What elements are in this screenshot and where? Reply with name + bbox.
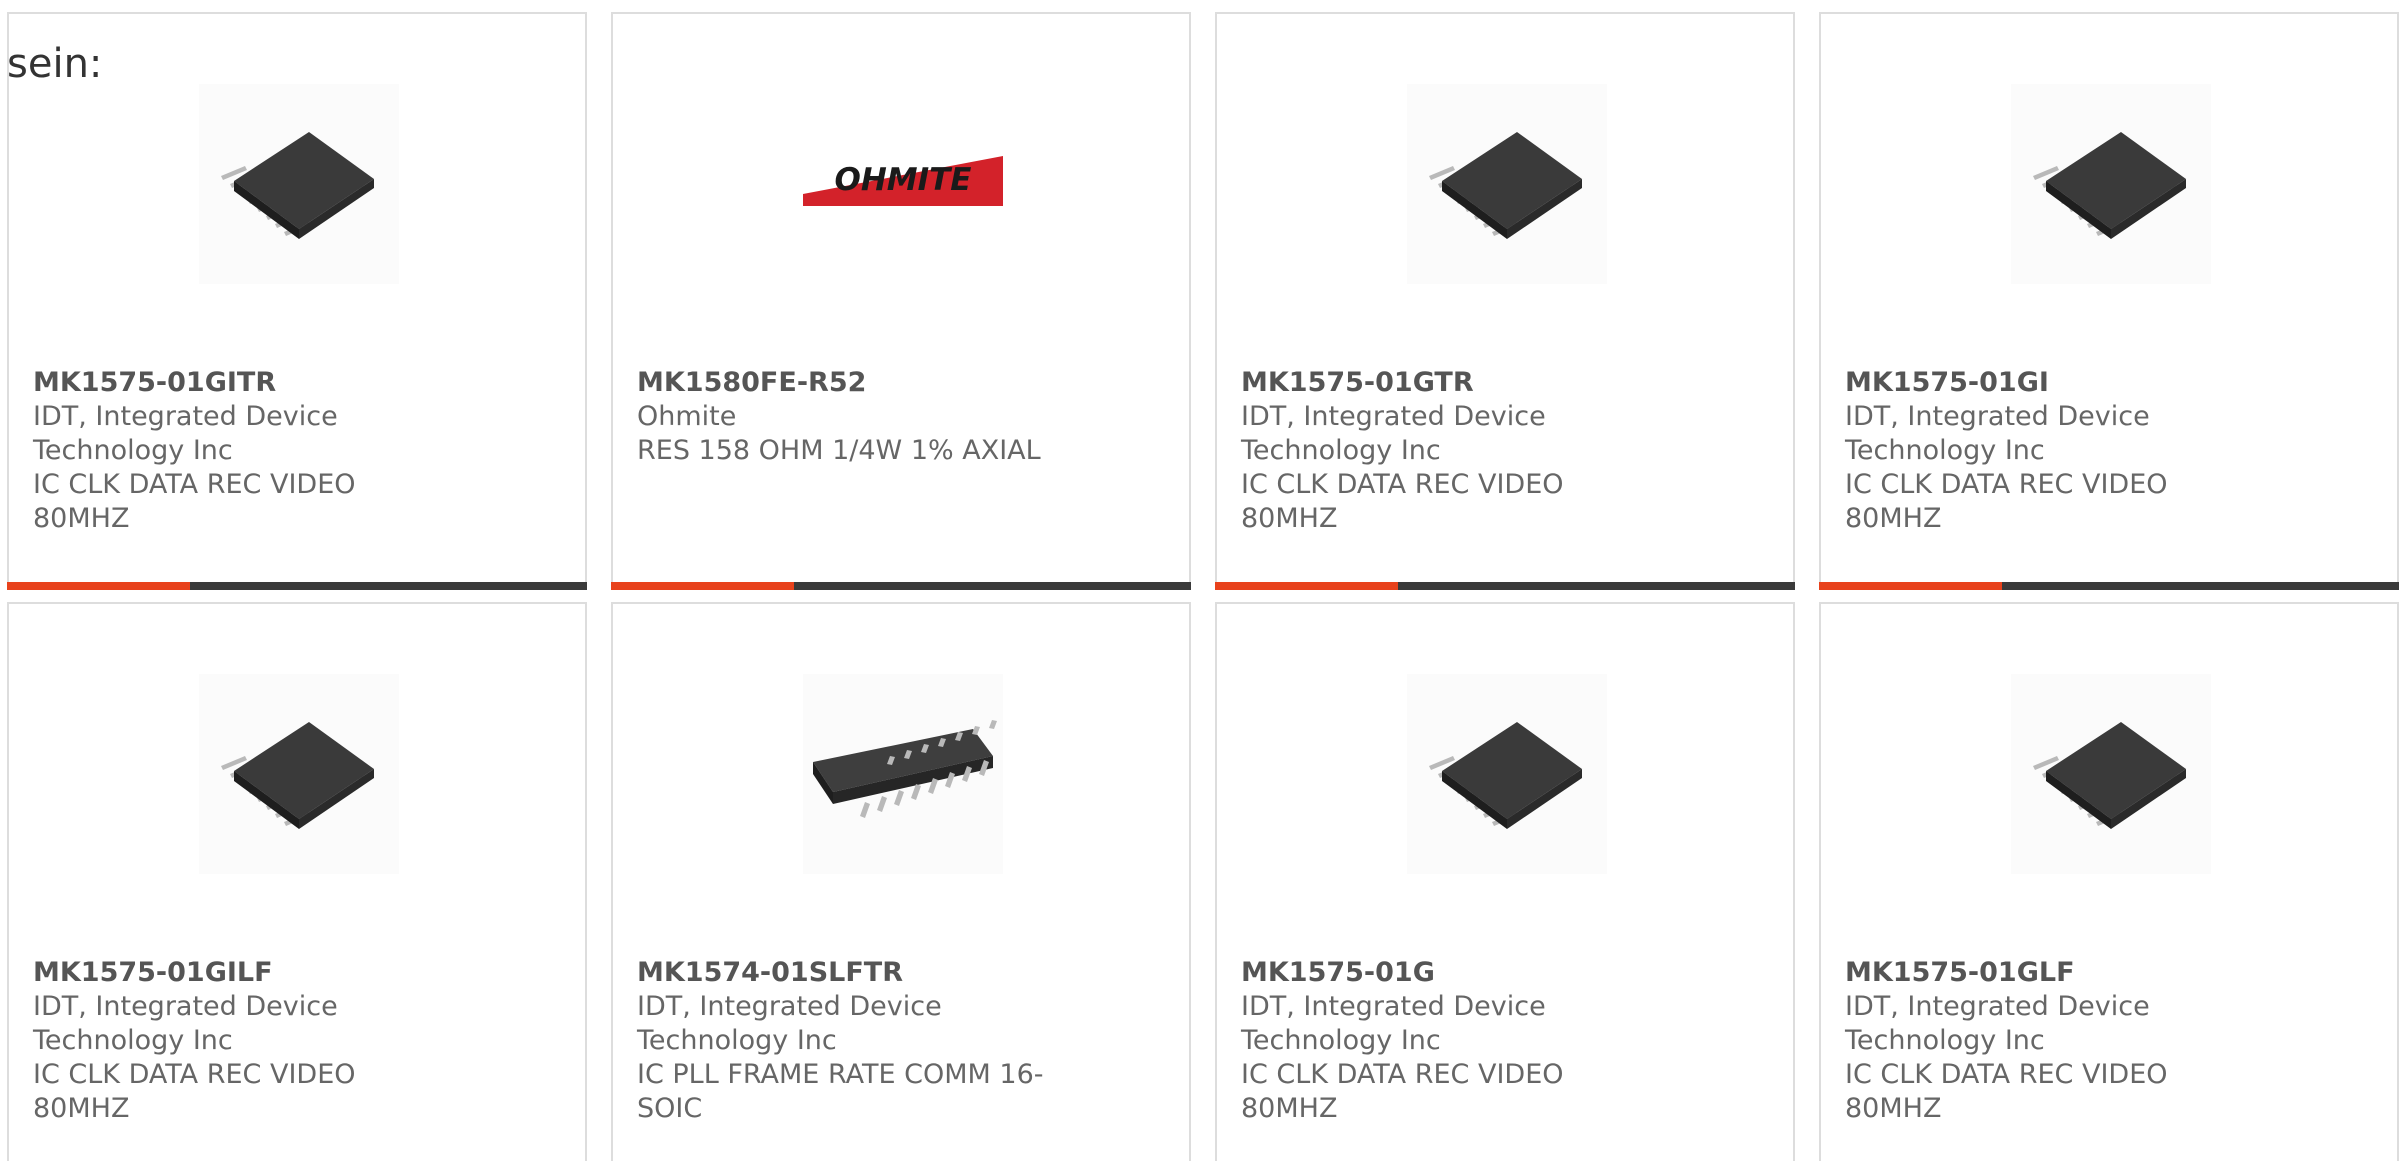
- manufacturer: IDT, Integrated Device Technology Inc: [1845, 991, 2150, 1056]
- manufacturer: IDT, Integrated Device Technology Inc: [33, 991, 338, 1056]
- tssop-chip-icon[interactable]: [2011, 84, 2211, 284]
- part-number-link[interactable]: MK1575-01G: [1241, 956, 1661, 990]
- product-card[interactable]: MK1575-01GLF IDT, Integrated Device Tech…: [1819, 602, 2399, 1161]
- manufacturer: IDT, Integrated Device Technology Inc: [1241, 401, 1546, 466]
- card-accent-bar: [611, 582, 794, 590]
- part-number-link[interactable]: MK1575-01GI: [1845, 366, 2265, 400]
- product-info: MK1575-01GTR IDT, Integrated Device Tech…: [1241, 366, 1661, 536]
- card-bottom-bar: [611, 582, 1191, 590]
- product-card[interactable]: MK1575-01GITR IDT, Integrated Device Tec…: [7, 12, 587, 590]
- product-info: MK1574-01SLFTR IDT, Integrated Device Te…: [637, 956, 1057, 1126]
- tssop-chip-icon[interactable]: [1407, 84, 1607, 284]
- part-number-link[interactable]: MK1574-01SLFTR: [637, 956, 1057, 990]
- product-card[interactable]: MK1574-01SLFTR IDT, Integrated Device Te…: [611, 602, 1191, 1161]
- part-number-link[interactable]: MK1575-01GITR: [33, 366, 453, 400]
- product-info: MK1580FE-R52 Ohmite RES 158 OHM 1/4W 1% …: [637, 366, 1057, 468]
- description: RES 158 OHM 1/4W 1% AXIAL: [637, 435, 1041, 466]
- ohmite-logo-text: OHMITE: [834, 162, 971, 198]
- product-info: MK1575-01GLF IDT, Integrated Device Tech…: [1845, 956, 2265, 1126]
- card-accent-bar: [7, 582, 190, 590]
- card-accent-bar: [1819, 582, 2002, 590]
- part-number-link[interactable]: MK1575-01GILF: [33, 956, 453, 990]
- product-card[interactable]: MK1575-01GI IDT, Integrated Device Techn…: [1819, 12, 2399, 590]
- description: IC CLK DATA REC VIDEO 80MHZ: [1241, 469, 1564, 534]
- product-card[interactable]: MK1575-01GTR IDT, Integrated Device Tech…: [1215, 12, 1795, 590]
- manufacturer: IDT, Integrated Device Technology Inc: [1241, 991, 1546, 1056]
- manufacturer: IDT, Integrated Device Technology Inc: [1845, 401, 2150, 466]
- manufacturer: Ohmite: [637, 401, 737, 432]
- product-info: MK1575-01GI IDT, Integrated Device Techn…: [1845, 366, 2265, 536]
- product-card[interactable]: OHMITE MK1580FE-R52 Ohmite RES 158 OHM 1…: [611, 12, 1191, 590]
- part-number-link[interactable]: MK1580FE-R52: [637, 366, 1057, 400]
- tssop-chip-icon[interactable]: [1407, 674, 1607, 874]
- description: IC CLK DATA REC VIDEO 80MHZ: [33, 469, 356, 534]
- product-card[interactable]: MK1575-01G IDT, Integrated Device Techno…: [1215, 602, 1795, 1161]
- card-bottom-bar: [1819, 582, 2399, 590]
- manufacturer: IDT, Integrated Device Technology Inc: [33, 401, 338, 466]
- product-info: MK1575-01GILF IDT, Integrated Device Tec…: [33, 956, 453, 1126]
- product-grid-page: sein: MK1575-01GITR IDT, Integrated Devi…: [0, 0, 2400, 1161]
- tssop-chip-icon[interactable]: [2011, 674, 2211, 874]
- product-card[interactable]: MK1575-01GILF IDT, Integrated Device Tec…: [7, 602, 587, 1161]
- description: IC CLK DATA REC VIDEO 80MHZ: [1845, 469, 2168, 534]
- description: IC PLL FRAME RATE COMM 16-SOIC: [637, 1059, 1044, 1124]
- card-accent-bar: [1215, 582, 1398, 590]
- tssop-chip-icon[interactable]: [199, 84, 399, 284]
- description: IC CLK DATA REC VIDEO 80MHZ: [1845, 1059, 2168, 1124]
- part-number-link[interactable]: MK1575-01GLF: [1845, 956, 2265, 990]
- product-info: MK1575-01GITR IDT, Integrated Device Tec…: [33, 366, 453, 536]
- tssop-chip-icon[interactable]: [199, 674, 399, 874]
- description: IC CLK DATA REC VIDEO 80MHZ: [33, 1059, 356, 1124]
- soic-chip-icon[interactable]: [803, 674, 1003, 874]
- intro-text: sein:: [7, 41, 103, 87]
- ohmite-logo[interactable]: OHMITE: [803, 84, 1003, 284]
- product-info: MK1575-01G IDT, Integrated Device Techno…: [1241, 956, 1661, 1126]
- description: IC CLK DATA REC VIDEO 80MHZ: [1241, 1059, 1564, 1124]
- manufacturer: IDT, Integrated Device Technology Inc: [637, 991, 942, 1056]
- card-bottom-bar: [1215, 582, 1795, 590]
- card-bottom-bar: [7, 582, 587, 590]
- part-number-link[interactable]: MK1575-01GTR: [1241, 366, 1661, 400]
